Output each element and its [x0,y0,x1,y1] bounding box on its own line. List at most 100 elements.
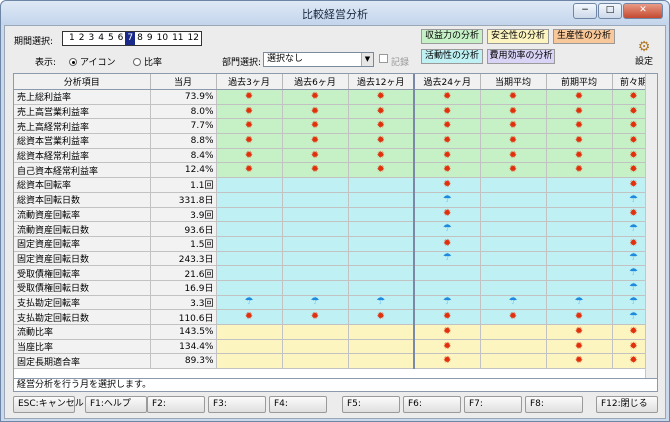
column-header: 過去6ヶ月 [282,74,349,90]
activity-analysis-button[interactable]: 活動性の分析 [421,49,483,64]
table-row[interactable]: 売上高営業利益率 8.0% ✹ ✹ ✹ ✹ ✹ ✹ ✹ [14,104,656,120]
analysis-table: 分析項目 当月 過去3ヶ月 過去6ヶ月 過去12ヶ月 過去24ヶ月 当期平均 前期平均 前々期 … [14,74,656,370]
sun-icon: ✹ [443,134,452,146]
profitability-analysis-button[interactable]: 収益力の分析 [421,29,483,44]
fkey-button-4[interactable]: F3: [208,396,266,413]
table-row[interactable]: 流動資産回転率 3.9回 ✹ ✹ [14,207,656,223]
fkey-button-6[interactable]: F5: [342,396,400,413]
sun-icon: ✹ [508,164,518,176]
maximize-button[interactable]: □ [598,3,622,19]
evaluation-cell: ✹ [414,148,481,164]
sun-icon: ✹ [244,134,254,146]
evaluation-cell: ✹ [348,162,415,179]
fkey-button-7[interactable]: F6: [403,396,461,413]
sun-icon: ✹ [376,311,385,323]
evaluation-cell [282,192,349,208]
period-12[interactable]: 12 [186,32,201,45]
sun-icon: ✹ [629,340,638,352]
record-checkbox[interactable] [379,54,388,63]
vertical-scrollbar[interactable] [645,74,657,379]
dept-select[interactable]: 選択なし ▼ [263,52,374,67]
table-row[interactable]: 受取債権回転率 21.6回 ☂ [14,265,656,281]
table-row[interactable]: 流動比率 143.5% ✹ ✹ ✹ [14,324,656,340]
fkey-button-1[interactable]: ESC:キャンセル [13,396,84,413]
close-button[interactable]: ✕ [623,3,663,19]
settings-button[interactable]: ⚙ 設定 [631,40,657,67]
table-row[interactable]: 当座比率 134.4% ✹ ✹ ✹ [14,339,656,355]
minimize-button[interactable]: − [573,3,597,19]
table-row[interactable]: 売上総利益率 73.9% ✹ ✹ ✹ ✹ ✹ ✹ ✹ [14,89,656,105]
radio-selected-dot [69,57,77,66]
period-5[interactable]: 5 [106,32,116,45]
table-row[interactable]: 支払勘定回転日数 110.6日 ✹ ✹ ✹ ✹ ✹ ✹ ☂ [14,309,656,325]
evaluation-cell: ✹ [480,309,547,325]
fkey-button-10[interactable]: F12:閉じる [596,396,658,413]
title-bar: 比較経営分析 − □ ✕ [1,1,669,25]
sun-icon: ✹ [244,120,254,132]
fkey-button-8[interactable]: F7: [464,396,522,413]
sun-icon: ✹ [574,134,584,146]
period-8[interactable]: 8 [135,32,145,45]
evaluation-cell: ✹ [480,104,547,120]
table-row[interactable]: 固定資産回転率 1.5回 ✹ ✹ [14,236,656,252]
period-4[interactable]: 4 [96,32,106,45]
evaluation-cell: ✹ [348,118,415,135]
table-row[interactable]: 総資本回転率 1.1回 ✹ ✹ [14,177,656,193]
table-row[interactable]: 自己資本経常利益率 12.4% ✹ ✹ ✹ ✹ ✹ ✹ ✹ [14,162,656,179]
fkey-button-9[interactable]: F8: [525,396,583,413]
evaluation-cell [348,192,415,208]
sun-icon: ✹ [574,340,584,352]
table-row[interactable]: 固定資産回転日数 243.3日 ☂ ☂ [14,251,656,267]
period-1[interactable]: 1 [67,32,77,45]
column-header: 当月 [150,74,217,90]
evaluation-cell [480,207,547,223]
radio-ratio-label: 比率 [144,58,163,68]
fkey-button-5[interactable]: F4: [269,396,327,413]
sun-icon: ✹ [443,90,452,102]
period-selector[interactable]: 1 2 3 4 5 6 7 8 9 10 11 12 [62,31,202,46]
sun-icon: ✹ [574,105,584,117]
table-row[interactable]: 支払勘定回転率 3.3回 ☂ ☂ ☂ ☂ ☂ ☂ ☂ [14,295,656,311]
productivity-analysis-button[interactable]: 生産性の分析 [553,29,615,44]
sun-icon: ✹ [310,149,320,161]
table-row[interactable]: 総資本回転日数 331.8日 ☂ ☂ [14,192,656,208]
fkey-button-2[interactable]: F1:ヘルプ [85,396,147,413]
safety-analysis-button[interactable]: 安全性の分析 [487,29,549,44]
period-9[interactable]: 9 [145,32,155,45]
table-row[interactable]: 総資本営業利益率 8.8% ✹ ✹ ✹ ✹ ✹ ✹ ✹ [14,133,656,149]
period-10[interactable]: 10 [155,32,170,45]
fkey-button-3[interactable]: F2: [147,396,205,413]
evaluation-cell: ✹ [216,118,283,135]
period-6[interactable]: 6 [116,32,126,45]
metric-name: 流動資産回転率 [14,207,151,223]
period-11[interactable]: 11 [170,32,185,45]
evaluation-cell: ✹ [348,104,415,120]
table-row[interactable]: 売上高経常利益率 7.7% ✹ ✹ ✹ ✹ ✹ ✹ ✹ [14,118,656,135]
evaluation-cell: ☂ [348,295,415,311]
evaluation-cell: ☂ [480,295,547,311]
table-row[interactable]: 流動資産回転日数 93.6日 ☂ ☂ [14,221,656,237]
radio-icon-mode[interactable]: アイコン [69,55,116,68]
evaluation-cell [480,280,547,296]
radio-ratio-mode[interactable]: 比率 [133,55,162,68]
cost-efficiency-analysis-button[interactable]: 費用効率の分析 [487,49,555,64]
period-3[interactable]: 3 [86,32,96,45]
evaluation-cell [282,324,349,340]
sun-icon: ✹ [244,149,254,161]
period-2[interactable]: 2 [77,32,87,45]
umbrella-icon: ☂ [574,296,584,308]
sun-icon: ✹ [310,164,320,176]
table-row[interactable]: 総資本経常利益率 8.4% ✹ ✹ ✹ ✹ ✹ ✹ ✹ [14,148,656,164]
period-7[interactable]: 7 [125,32,136,45]
table-row[interactable]: 固定長期適合率 89.3% ✹ ✹ ✹ [14,353,656,370]
evaluation-cell [348,177,415,193]
umbrella-icon: ☂ [244,296,254,308]
evaluation-cell: ✹ [414,89,481,105]
table-row[interactable]: 受取債権回転日数 16.9日 ☂ [14,280,656,296]
evaluation-cell: ✹ [414,162,481,179]
current-value: 8.8% [150,133,217,149]
umbrella-icon: ☂ [629,281,638,293]
evaluation-cell [546,177,613,193]
umbrella-icon: ☂ [629,193,638,205]
evaluation-cell: ✹ [480,89,547,105]
